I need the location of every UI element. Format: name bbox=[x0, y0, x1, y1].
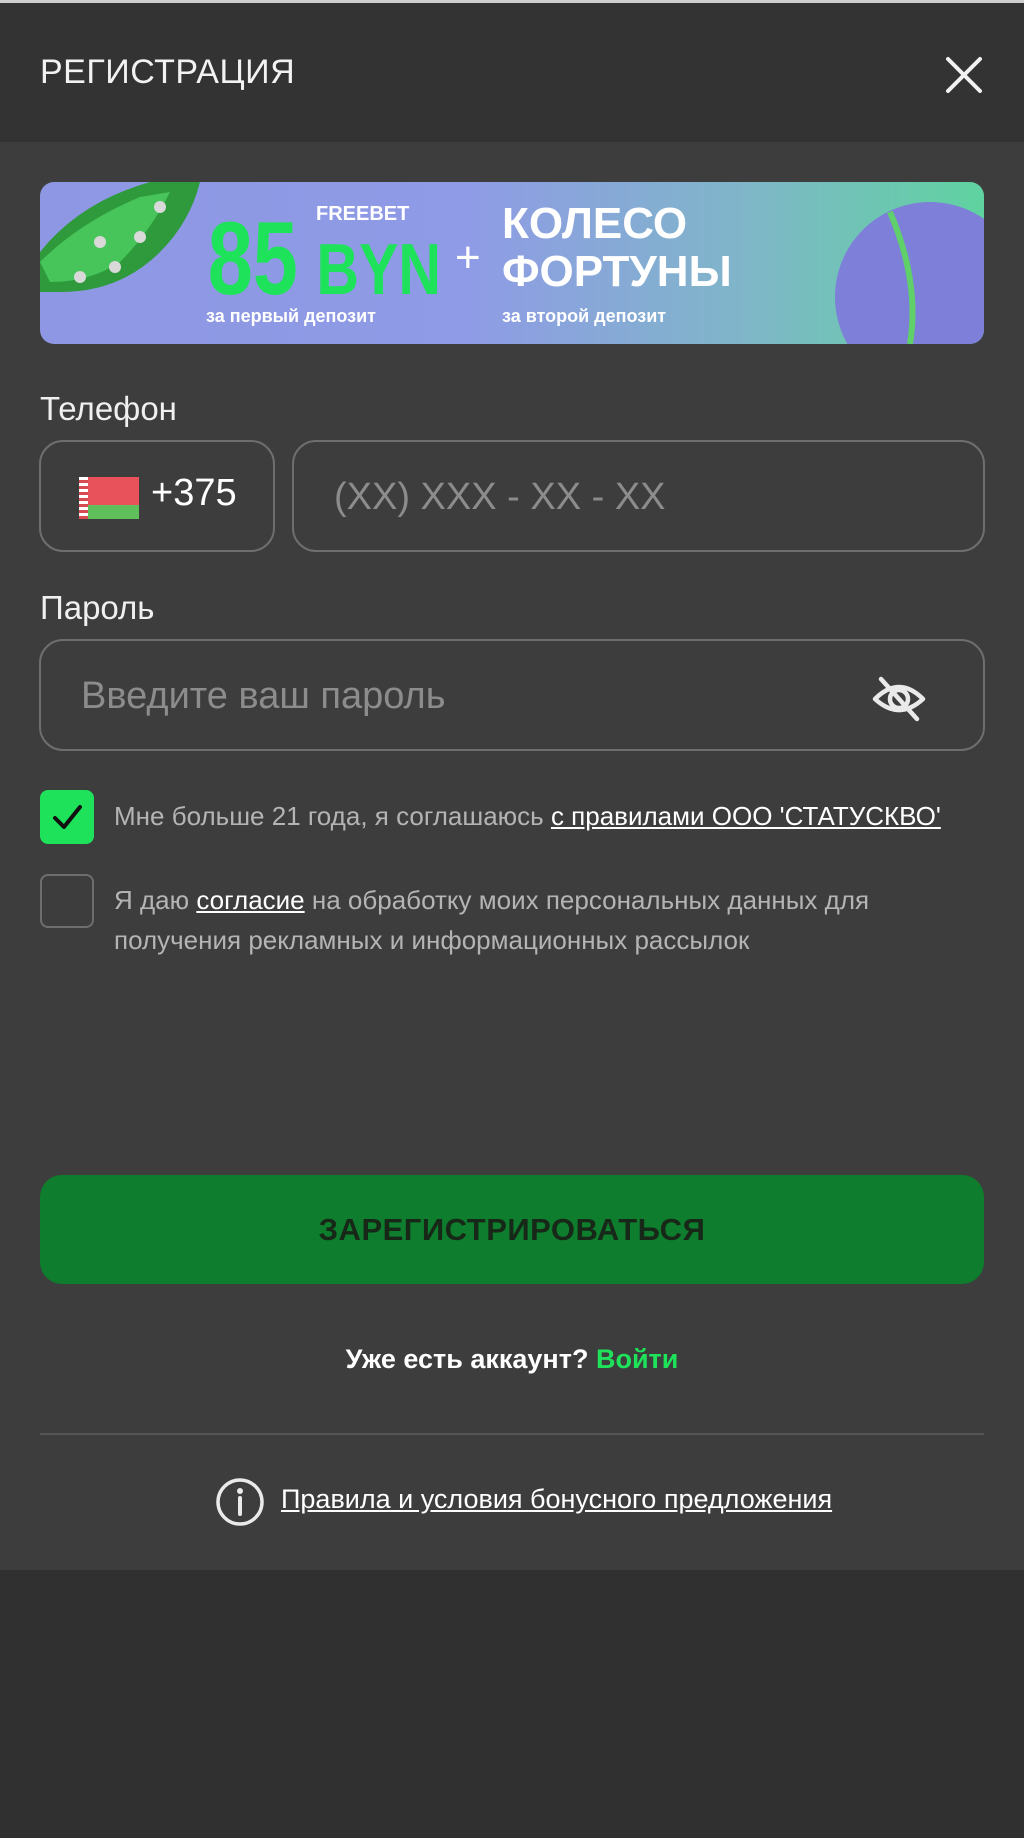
consent-text-before: Я даю bbox=[114, 885, 197, 915]
banner-freebet: FREEBET bbox=[316, 203, 409, 225]
checkmark-icon bbox=[53, 805, 82, 829]
header: РЕГИСТРАЦИЯ bbox=[0, 3, 1024, 142]
rules-link[interactable]: с правилами ООО 'СТАТУСКВО' bbox=[551, 801, 941, 831]
phone-input[interactable] bbox=[334, 472, 954, 522]
info-icon bbox=[216, 1478, 264, 1526]
login-link[interactable]: Войти bbox=[596, 1344, 678, 1374]
have-account-text: Уже есть аккаунт? bbox=[345, 1344, 589, 1374]
divider bbox=[40, 1433, 984, 1435]
phone-label: Телефон bbox=[40, 390, 177, 427]
password-input[interactable] bbox=[81, 671, 861, 721]
country-code: +375 bbox=[151, 472, 237, 514]
consent-text: Я даю согласие на обработку моих персона… bbox=[114, 880, 974, 960]
eye-slash-icon bbox=[872, 676, 926, 722]
close-button[interactable] bbox=[940, 51, 988, 99]
register-button[interactable]: ЗАРЕГИСТРИРОВАТЬСЯ bbox=[40, 1175, 984, 1284]
registration-panel: 85 FREEBET BYN за первый депозит + КОЛЕС… bbox=[0, 142, 1024, 1570]
banner-wheel-line2: ФОРТУНЫ bbox=[502, 247, 732, 296]
age-agreement-checkbox[interactable] bbox=[40, 790, 94, 844]
bonus-terms-link[interactable]: Правила и условия бонусного предложения bbox=[281, 1484, 832, 1515]
ball-icon bbox=[835, 202, 984, 344]
phone-field[interactable] bbox=[292, 440, 985, 552]
password-field[interactable] bbox=[39, 639, 985, 751]
password-label: Пароль bbox=[40, 589, 155, 626]
password-visibility-toggle[interactable] bbox=[869, 667, 929, 727]
consent-link[interactable]: согласие bbox=[196, 885, 304, 915]
belarus-flag-icon bbox=[79, 477, 139, 519]
banner-second-deposit: за второй депозит bbox=[502, 306, 666, 326]
age-agreement-text: Мне больше 21 года, я соглашаюсь с прави… bbox=[114, 796, 974, 836]
login-prompt: Уже есть аккаунт? Войти bbox=[0, 1344, 1024, 1375]
banner-wheel-line1: КОЛЕСО bbox=[502, 199, 687, 248]
age-agreement-label: Мне больше 21 года, я соглашаюсь bbox=[114, 801, 551, 831]
country-code-selector[interactable]: +375 bbox=[39, 440, 275, 552]
promo-banner[interactable]: 85 FREEBET BYN за первый депозит + КОЛЕС… bbox=[40, 182, 984, 344]
banner-currency: BYN bbox=[316, 228, 441, 309]
close-icon bbox=[946, 57, 982, 93]
boot-icon bbox=[40, 182, 200, 292]
banner-first-deposit: за первый депозит bbox=[206, 306, 376, 326]
page-title: РЕГИСТРАЦИЯ bbox=[40, 53, 296, 91]
consent-checkbox[interactable] bbox=[40, 874, 94, 928]
banner-plus: + bbox=[455, 233, 481, 282]
banner-amount: 85 bbox=[208, 200, 298, 316]
